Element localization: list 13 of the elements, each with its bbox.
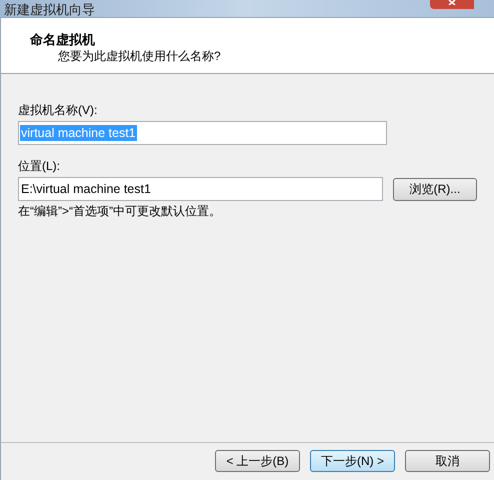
page-title: 命名虚拟机	[30, 32, 96, 48]
wizard-button[interactable]: 下一步(N) >	[310, 450, 395, 472]
field-label: 位置(L):	[18, 158, 61, 174]
hint-text: 在“编辑”>“首选项”中可更改默认位置。	[18, 203, 222, 219]
wizard-button[interactable]: 取消	[405, 450, 490, 472]
window-title: 新建虚拟机向导	[3, 3, 95, 17]
field-label: 虚拟机名称(V):	[18, 102, 98, 118]
close-button[interactable]	[430, 0, 474, 9]
page-subtitle: 您要为此虚拟机使用什么名称?	[57, 48, 222, 64]
wizard-button[interactable]: < 上一步(B)	[215, 450, 300, 472]
text-field[interactable]: E:\virtual machine test1	[18, 177, 383, 201]
browse-button[interactable]: 浏览(R)...	[392, 178, 477, 200]
close-icon	[448, 0, 456, 5]
